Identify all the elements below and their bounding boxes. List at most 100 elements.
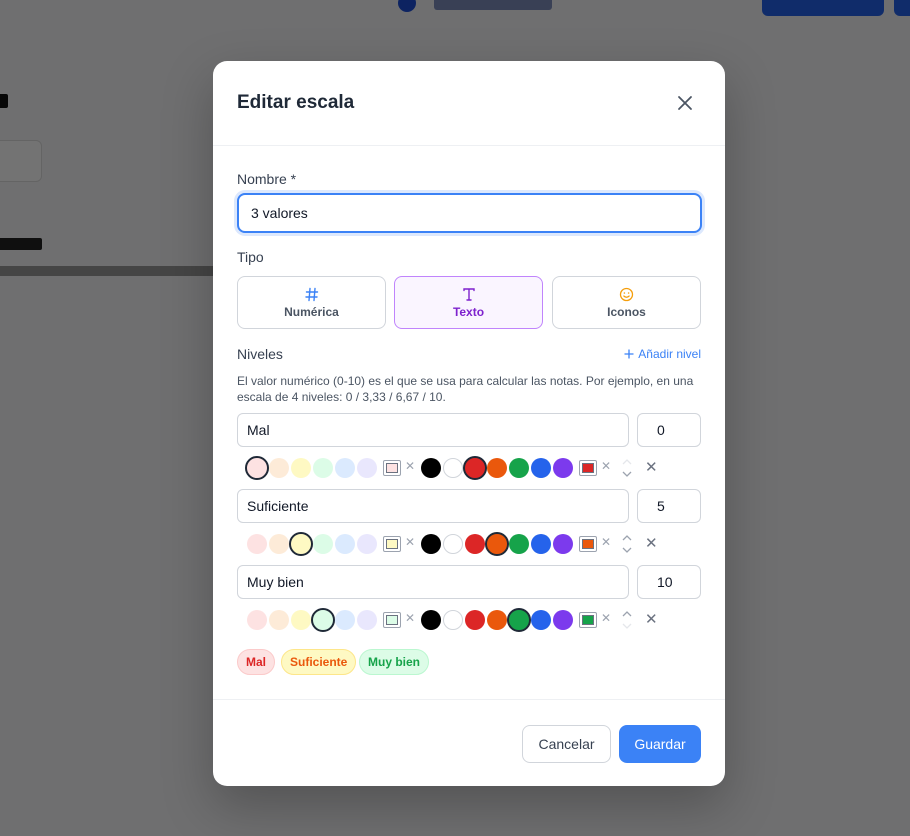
bg-color-swatch[interactable] — [335, 610, 355, 630]
preview-badge: Muy bien — [359, 649, 430, 675]
preview-badge: Mal — [237, 649, 276, 675]
clear-bg-color-icon[interactable]: ✕ — [405, 459, 415, 473]
type-option-label: Numérica — [284, 304, 339, 319]
clear-text-color-icon[interactable]: ✕ — [601, 459, 611, 473]
text-color-swatch[interactable] — [421, 610, 441, 630]
clear-text-color-icon[interactable]: ✕ — [601, 611, 611, 625]
text-color-swatch[interactable] — [487, 458, 507, 478]
text-color-swatch[interactable] — [531, 534, 551, 554]
text-color-swatch[interactable] — [465, 610, 485, 630]
text-color-swatch[interactable] — [509, 534, 529, 554]
bg-color-swatch[interactable] — [291, 610, 311, 630]
bg-color-swatch[interactable] — [245, 456, 269, 480]
bg-color-swatch[interactable] — [269, 610, 289, 630]
save-button[interactable]: Guardar — [619, 725, 701, 763]
reorder-arrows-icon[interactable] — [621, 456, 633, 480]
custom-text-color-picker[interactable] — [579, 612, 597, 628]
cancel-button[interactable]: Cancelar — [522, 725, 611, 763]
reorder-arrows-icon[interactable] — [621, 608, 633, 632]
custom-bg-color-picker[interactable] — [383, 536, 401, 552]
text-color-swatch[interactable] — [531, 458, 551, 478]
level-name-input[interactable]: Suficiente — [237, 489, 629, 523]
delete-level-icon[interactable]: ✕ — [645, 534, 658, 552]
bg-color-swatch[interactable] — [247, 534, 267, 554]
text-color-swatch[interactable] — [421, 458, 441, 478]
level-color-row: ✕ ✕ ✕ — [235, 532, 705, 556]
bg-color-swatch[interactable] — [289, 532, 313, 556]
bg-color-swatch[interactable] — [269, 534, 289, 554]
name-input[interactable] — [237, 193, 702, 233]
clear-text-color-icon[interactable]: ✕ — [601, 535, 611, 549]
text-color-swatch[interactable] — [553, 534, 573, 554]
custom-color-fill — [582, 463, 594, 473]
custom-bg-color-picker[interactable] — [383, 460, 401, 476]
text-color-swatch[interactable] — [487, 610, 507, 630]
text-color-swatch[interactable] — [443, 458, 463, 478]
type-option-label: Texto — [452, 304, 485, 319]
type-option-icons[interactable]: Iconos — [552, 276, 701, 329]
dialog-header: Editar escala — [213, 61, 725, 146]
delete-level-icon[interactable]: ✕ — [645, 610, 658, 628]
add-level-label: Añadir nivel — [638, 347, 701, 361]
custom-text-color-picker[interactable] — [579, 460, 597, 476]
custom-color-fill — [386, 539, 398, 549]
bg-color-swatch[interactable] — [357, 610, 377, 630]
smiley-icon — [619, 287, 634, 301]
text-color-swatch[interactable] — [553, 610, 573, 630]
level-value-input[interactable]: 10 — [637, 565, 701, 599]
custom-color-fill — [582, 539, 594, 549]
type-label: Tipo — [237, 249, 264, 265]
reorder-arrows-icon[interactable] — [621, 532, 633, 556]
level-color-row: ✕ ✕ ✕ — [235, 456, 705, 480]
level-name-input[interactable]: Muy bien — [237, 565, 629, 599]
bg-color-swatch[interactable] — [247, 610, 267, 630]
text-color-swatch[interactable] — [465, 534, 485, 554]
custom-text-color-picker[interactable] — [579, 536, 597, 552]
custom-bg-color-picker[interactable] — [383, 612, 401, 628]
text-color-swatch[interactable] — [421, 534, 441, 554]
level-value-input[interactable]: 5 — [637, 489, 701, 523]
bg-color-swatch[interactable] — [357, 458, 377, 478]
custom-color-fill — [386, 615, 398, 625]
bg-color-swatch[interactable] — [269, 458, 289, 478]
custom-color-fill — [386, 463, 398, 473]
bg-color-swatch[interactable] — [313, 534, 333, 554]
preview-badge: Suficiente — [281, 649, 357, 675]
hash-icon — [304, 287, 318, 301]
bg-color-swatch[interactable] — [311, 608, 335, 632]
bg-color-swatch[interactable] — [335, 458, 355, 478]
text-color-swatch[interactable] — [531, 610, 551, 630]
close-button[interactable] — [669, 87, 701, 119]
edit-scale-dialog: Editar escala Nombre * Tipo Numérica Tex… — [213, 61, 725, 786]
bg-color-swatch[interactable] — [291, 458, 311, 478]
text-color-swatch[interactable] — [485, 532, 509, 556]
level-color-row: ✕ ✕ ✕ — [235, 608, 705, 632]
levels-label: Niveles — [237, 346, 283, 362]
close-icon — [678, 96, 692, 110]
text-color-swatch[interactable] — [443, 534, 463, 554]
dialog-title: Editar escala — [237, 92, 355, 113]
level-value-input[interactable]: 0 — [637, 413, 701, 447]
bg-color-swatch[interactable] — [335, 534, 355, 554]
plus-icon — [624, 349, 634, 359]
dialog-footer: Cancelar Guardar — [213, 699, 725, 786]
levels-help-text: El valor numérico (0-10) es el que se us… — [237, 374, 694, 404]
delete-level-icon[interactable]: ✕ — [645, 458, 658, 476]
text-color-swatch[interactable] — [553, 458, 573, 478]
text-color-swatch[interactable] — [443, 610, 463, 630]
type-option-text[interactable]: Texto — [394, 276, 543, 329]
text-color-swatch[interactable] — [463, 456, 487, 480]
clear-bg-color-icon[interactable]: ✕ — [405, 611, 415, 625]
text-icon — [462, 287, 475, 301]
add-level-button[interactable]: Añadir nivel — [624, 347, 701, 361]
text-color-swatch[interactable] — [509, 458, 529, 478]
level-name-input[interactable]: Mal — [237, 413, 629, 447]
bg-color-swatch[interactable] — [313, 458, 333, 478]
bg-color-swatch[interactable] — [357, 534, 377, 554]
text-color-swatch[interactable] — [507, 608, 531, 632]
type-option-numeric[interactable]: Numérica — [237, 276, 386, 329]
type-option-label: Iconos — [607, 304, 646, 319]
clear-bg-color-icon[interactable]: ✕ — [405, 535, 415, 549]
custom-color-fill — [582, 615, 594, 625]
name-label: Nombre * — [237, 171, 297, 187]
